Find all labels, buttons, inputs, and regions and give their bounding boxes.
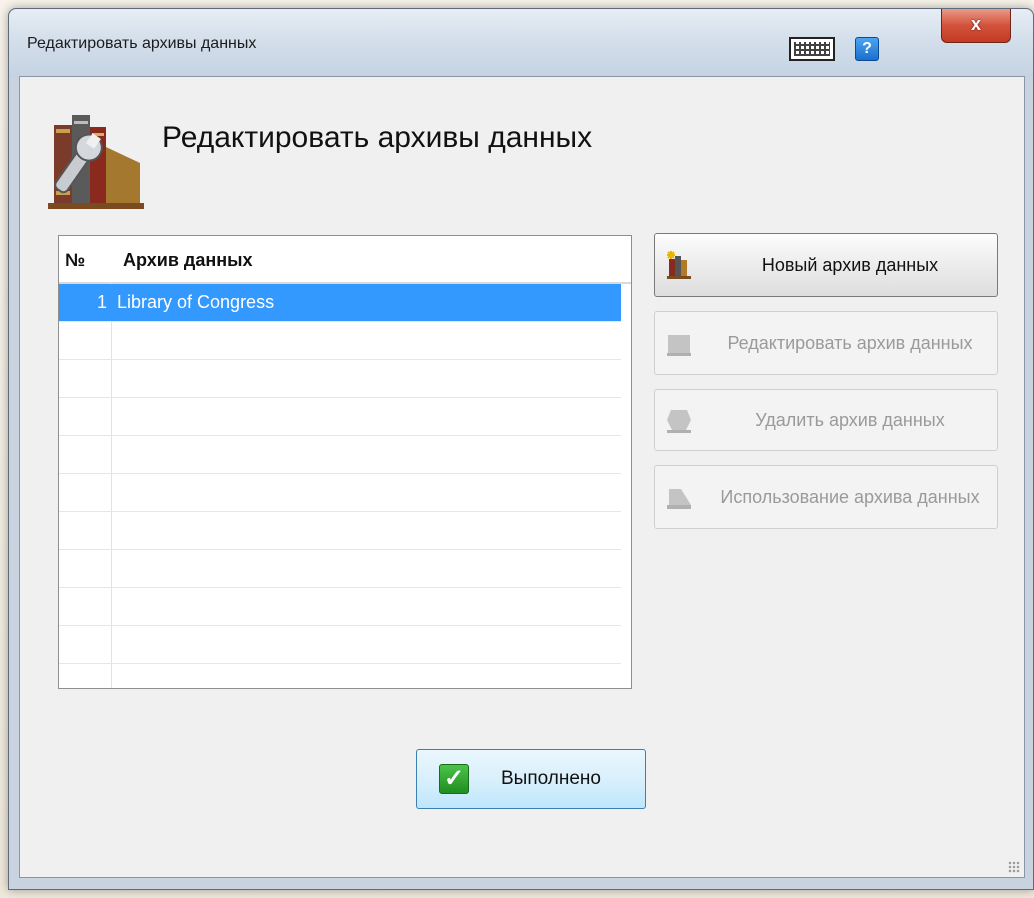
- list-header: № Архив данных: [59, 236, 631, 284]
- keyboard-icon[interactable]: [789, 37, 835, 61]
- list-row[interactable]: [59, 322, 621, 360]
- row-number: [59, 436, 107, 473]
- list-row[interactable]: [59, 512, 621, 550]
- row-number: [59, 474, 107, 511]
- list-row[interactable]: [59, 474, 621, 512]
- row-archive-name: [117, 398, 621, 435]
- row-archive-name: [117, 550, 621, 587]
- delete-archive-label: Удалить архив данных: [755, 410, 945, 430]
- title-bar[interactable]: Редактировать архивы данных ? x: [9, 9, 1033, 77]
- row-archive-name: [117, 588, 621, 625]
- row-number: [59, 322, 107, 359]
- row-archive-name: [117, 360, 621, 397]
- row-archive-name: [117, 474, 621, 511]
- window-title: Редактировать архивы данных: [27, 35, 257, 52]
- column-header-number[interactable]: №: [65, 250, 85, 271]
- list-row[interactable]: 1 Library of Congress: [59, 284, 621, 322]
- new-archive-button[interactable]: Новый архив данных: [654, 233, 998, 297]
- row-archive-name: Library of Congress: [117, 292, 275, 312]
- resize-grip[interactable]: [1008, 861, 1020, 873]
- row-archive-name: [117, 436, 621, 473]
- row-number: [59, 360, 107, 397]
- new-archive-label: Новый архив данных: [761, 255, 939, 275]
- delete-archive-icon: [667, 410, 691, 433]
- list-row[interactable]: [59, 436, 621, 474]
- archive-usage-label: Использование архива данных: [720, 487, 980, 507]
- list-row[interactable]: [59, 588, 621, 626]
- list-row[interactable]: [59, 398, 621, 436]
- column-header-archive[interactable]: Архив данных: [123, 250, 252, 271]
- edit-archive-icon: [667, 335, 691, 356]
- list-row[interactable]: [59, 360, 621, 398]
- row-number: [59, 626, 107, 663]
- row-archive-name: [117, 322, 621, 359]
- row-number: [59, 398, 107, 435]
- edit-archive-label: Редактировать архив данных: [727, 333, 973, 353]
- books-wrench-icon: [48, 115, 144, 209]
- dialog-window: Редактировать архивы данных ? x Редактир…: [8, 8, 1034, 890]
- row-number: [59, 588, 107, 625]
- new-archive-icon: [667, 251, 691, 279]
- done-button[interactable]: ✓ Выполнено: [416, 749, 646, 809]
- edit-archive-button[interactable]: Редактировать архив данных: [654, 311, 998, 375]
- list-row[interactable]: [59, 626, 621, 664]
- row-archive-name: [117, 626, 621, 663]
- dialog-content: Редактировать архивы данных № Архив данн…: [19, 76, 1025, 878]
- done-label: Выполнено: [501, 768, 601, 789]
- row-number: [59, 550, 107, 587]
- page-title: Редактировать архивы данных: [162, 121, 593, 154]
- row-number: [59, 512, 107, 549]
- archive-list[interactable]: № Архив данных 1 Library of Congress: [58, 235, 632, 689]
- delete-archive-button[interactable]: Удалить архив данных: [654, 389, 998, 451]
- list-row[interactable]: [59, 550, 621, 588]
- help-button[interactable]: ?: [855, 37, 879, 61]
- archive-usage-icon: [667, 489, 691, 509]
- row-number: 1: [96, 292, 107, 312]
- archive-usage-button[interactable]: Использование архива данных: [654, 465, 998, 529]
- row-archive-name: [117, 512, 621, 549]
- close-button[interactable]: x: [941, 9, 1011, 43]
- checkmark-icon: ✓: [439, 764, 469, 794]
